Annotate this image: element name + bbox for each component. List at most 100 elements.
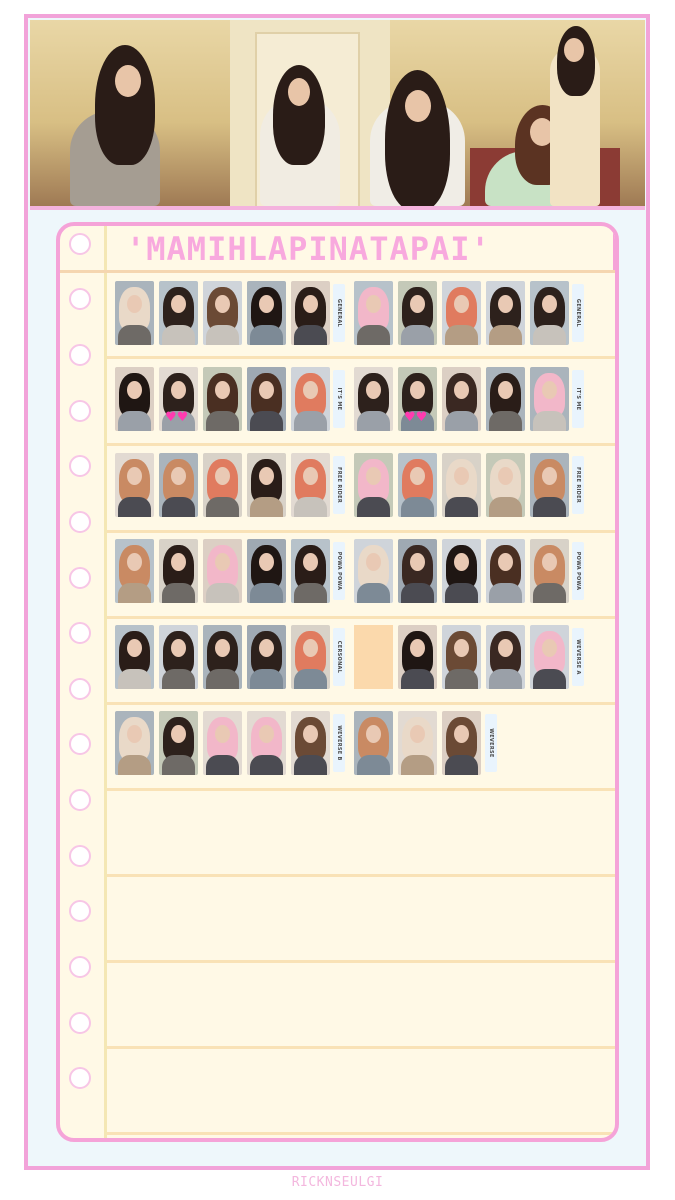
- photocard: [203, 281, 242, 345]
- binder-hole-icon: [69, 1067, 91, 1089]
- binder-hole-icon: [69, 400, 91, 422]
- version-label-text: POWA POWA: [575, 551, 581, 591]
- photocard: [354, 539, 393, 603]
- photocard: [530, 281, 569, 345]
- photocard: [159, 453, 198, 517]
- photocard: [247, 453, 286, 517]
- binder-hole-icon: [69, 733, 91, 755]
- photocard: [159, 625, 198, 689]
- version-label-text: FREE RIDER: [575, 467, 581, 503]
- photocard: [115, 539, 154, 603]
- photocard: [291, 367, 330, 431]
- album-title: 'MAMIHLAPINATAPAI': [126, 230, 491, 268]
- version-label: POWA POWA: [572, 542, 584, 600]
- version-label: FREE RIDER: [572, 456, 584, 514]
- photocard: [203, 625, 242, 689]
- row-divider: [107, 530, 615, 533]
- photocard: [486, 453, 525, 517]
- heart-sticker-icon: ♥♥: [404, 410, 428, 425]
- photocard: [203, 453, 242, 517]
- photocard: [115, 711, 154, 775]
- photocard: [247, 281, 286, 345]
- photocard: [159, 539, 198, 603]
- row-divider: [107, 788, 615, 791]
- photocard: [354, 281, 393, 345]
- photocard: [486, 539, 525, 603]
- photocard: [530, 453, 569, 517]
- photocard: [398, 453, 437, 517]
- binder-hole-icon: [69, 233, 91, 255]
- photocard: [398, 711, 437, 775]
- version-label-text: WEVERSE: [488, 728, 494, 758]
- binder-hole-icon: [69, 1012, 91, 1034]
- photocard: [486, 625, 525, 689]
- version-label: WEVERSE: [485, 714, 497, 772]
- binder-hole-icon: [69, 288, 91, 310]
- photocard: [398, 625, 437, 689]
- empty-photocard-slot: [354, 625, 393, 689]
- binder-hole-icon: [69, 789, 91, 811]
- version-label-text: IT'S ME: [336, 387, 342, 411]
- photocard: [247, 711, 286, 775]
- version-label-text: POWA POWA: [336, 551, 342, 591]
- binder-hole-icon: [69, 567, 91, 589]
- row-divider: [107, 874, 615, 877]
- binder-hole-icon: [69, 956, 91, 978]
- photocard: [115, 625, 154, 689]
- row-divider: [107, 1132, 615, 1135]
- version-label: CERSONAL: [333, 628, 345, 686]
- binder-hole-icon: [69, 678, 91, 700]
- binder-hole-icon: [69, 344, 91, 366]
- photocard: [203, 711, 242, 775]
- photocard: [442, 281, 481, 345]
- version-label-text: GENERAL: [336, 298, 342, 328]
- row-divider: [107, 356, 615, 359]
- photocard: [442, 539, 481, 603]
- version-label-text: FREE RIDER: [336, 467, 342, 503]
- version-label: IT'S ME: [572, 370, 584, 428]
- photocard: [291, 711, 330, 775]
- version-label-text: IT'S ME: [575, 387, 581, 411]
- photocard: [530, 367, 569, 431]
- binder-hole-icon: [69, 900, 91, 922]
- photocard: [442, 367, 481, 431]
- photocard: [530, 625, 569, 689]
- photocard: [115, 453, 154, 517]
- photocard: [354, 453, 393, 517]
- photocard: [203, 367, 242, 431]
- row-divider: [107, 702, 615, 705]
- photocard: [291, 453, 330, 517]
- photocard: [354, 711, 393, 775]
- heart-sticker-icon: ♥♥: [165, 410, 189, 425]
- photocard: [247, 539, 286, 603]
- photocard: [398, 539, 437, 603]
- version-label: IT'S ME: [333, 370, 345, 428]
- photocard: [159, 711, 198, 775]
- row-divider: [107, 960, 615, 963]
- binder-hole-icon: [69, 622, 91, 644]
- photocard: [159, 281, 198, 345]
- binder-hole-icon: [69, 511, 91, 533]
- credit-text: RICKNSEULGI: [291, 1175, 384, 1190]
- version-label: WEVERSE B: [333, 714, 345, 772]
- row-divider: [107, 1046, 615, 1049]
- photocard: [247, 625, 286, 689]
- photocard: [115, 281, 154, 345]
- photocard: [486, 281, 525, 345]
- photocard: [203, 539, 242, 603]
- photocard: [442, 625, 481, 689]
- version-label-text: WEVERSE A: [575, 639, 581, 675]
- photocard: [291, 539, 330, 603]
- title-bar: 'MAMIHLAPINATAPAI': [60, 226, 615, 273]
- photocard: [247, 367, 286, 431]
- version-label: GENERAL: [333, 284, 345, 342]
- version-label: WEVERSE A: [572, 628, 584, 686]
- photocard: [530, 539, 569, 603]
- row-divider: [107, 443, 615, 446]
- group-photo-banner: [30, 20, 645, 210]
- photocard: [398, 281, 437, 345]
- binder-hole-icon: [69, 845, 91, 867]
- photocard: [442, 453, 481, 517]
- version-label-text: CERSONAL: [336, 640, 342, 674]
- photocard: [291, 281, 330, 345]
